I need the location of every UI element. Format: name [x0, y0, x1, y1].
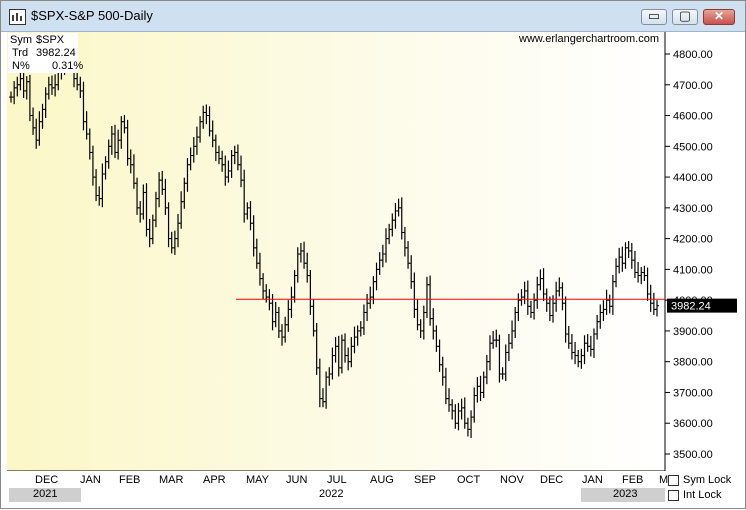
sym-value: $SPX: [36, 34, 65, 46]
month-label: JAN: [582, 474, 603, 486]
sym-lock-checkbox[interactable]: [668, 475, 679, 486]
y-tick-label: 4400.00: [673, 172, 713, 184]
y-tick-label: 4600.00: [673, 111, 713, 123]
n-value: 0.31%: [52, 60, 84, 72]
int-lock-label: Int Lock: [683, 489, 722, 501]
month-label: AUG: [370, 474, 394, 486]
year-label-2021: 2021: [33, 488, 58, 500]
month-label: JUL: [327, 474, 347, 486]
watermark: www.erlangerchartroom.com: [519, 33, 659, 45]
y-tick-label: 3800.00: [673, 357, 713, 369]
month-label: FEB: [622, 474, 644, 486]
y-tick-label: 3600.00: [673, 418, 713, 430]
month-label: MAR: [159, 474, 184, 486]
y-axis-ticks: 4800.00 4700.00 4600.00 4500.00 4400.00 4300.…: [665, 49, 737, 461]
trd-value: 3982.24: [36, 47, 76, 59]
y-tick-label: 3900.00: [673, 326, 713, 338]
month-label: DEC: [540, 474, 564, 486]
time-axis: DEC JAN FEB MAR APR MAY JUN JUL AUG SEP OCT NOV DEC J…: [1, 471, 669, 508]
y-tick-label: 3700.00: [673, 387, 713, 399]
month-label: OCT: [457, 474, 481, 486]
month-label: NOV: [500, 474, 524, 486]
month-label: DEC: [35, 474, 59, 486]
month-row: DEC JAN FEB MAR APR MAY JUN JUL AUG SEP OCT NOV DEC J…: [1, 471, 669, 487]
sym-lock-label: Sym Lock: [683, 474, 732, 486]
month-label: MAY: [246, 474, 270, 486]
info-panel: Sym $SPX Trd 3982.24 N% 0.31%: [8, 33, 83, 73]
month-label: JAN: [80, 474, 101, 486]
y-tick-label: 3500.00: [673, 449, 713, 461]
y-tick-label: 4200.00: [673, 234, 713, 246]
y-tick-label: 4800.00: [673, 49, 713, 61]
y-tick-label: 4500.00: [673, 141, 713, 153]
y-tick-label: 4300.00: [673, 203, 713, 215]
month-label: SEP: [414, 474, 437, 486]
int-lock-checkbox[interactable]: [668, 490, 679, 501]
year-label-2023: 2023: [613, 488, 638, 500]
price-chart[interactable]: 4800.00 4700.00 4600.00 4500.00 4400.00 4300.…: [1, 1, 746, 510]
n-label: N%: [12, 60, 30, 72]
y-tick-label: 4700.00: [673, 80, 713, 92]
chart-window: $SPX-S&P 500-Daily ▭ ▢ ✕ 4800.00 4700.00 4…: [0, 0, 746, 509]
sym-label: Sym: [10, 34, 32, 46]
month-label: APR: [203, 474, 226, 486]
month-label: JUN: [286, 474, 308, 486]
trd-label: Trd: [12, 47, 29, 59]
year-label-2022: 2022: [319, 488, 344, 500]
plot-area: [7, 32, 665, 471]
last-price-label: 3982.24: [671, 301, 711, 313]
month-label: FEB: [119, 474, 141, 486]
month-label: M: [659, 474, 669, 486]
y-tick-label: 4100.00: [673, 264, 713, 276]
